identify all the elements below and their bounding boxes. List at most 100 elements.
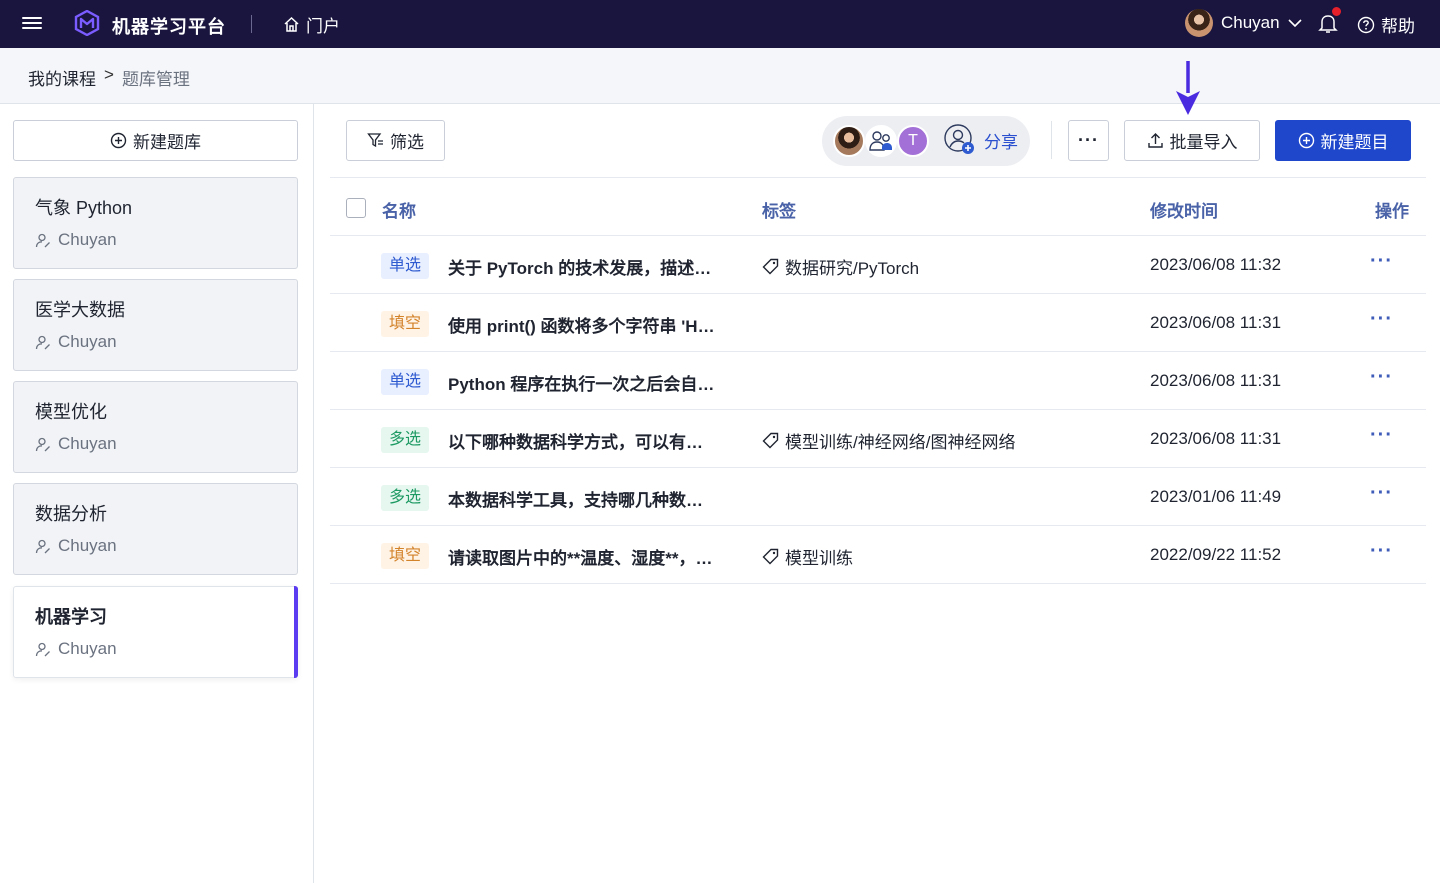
question-title[interactable]: 使用 print() 函数将多个字符串 'H… [448, 312, 730, 337]
more-actions-button[interactable]: ··· [1068, 120, 1109, 161]
help-circle-icon [1357, 16, 1375, 33]
bank-owner: Chuyan [35, 536, 117, 556]
column-header-actions: 操作 [1375, 202, 1409, 221]
bank-owner-name: Chuyan [58, 332, 117, 351]
breadcrumb-parent[interactable]: 我的课程 [28, 65, 96, 90]
filter-label: 筛选 [390, 133, 424, 152]
breadcrumb: 我的课程 > 题库管理 [28, 65, 190, 90]
user-edit-icon [35, 335, 50, 349]
select-all-checkbox[interactable] [346, 198, 366, 218]
row-more-actions-button[interactable]: ··· [1370, 482, 1398, 506]
bank-name: 医学大数据 [35, 300, 125, 320]
top-nav-bar: 机器学习平台 门户 Chuyan 帮助 [0, 0, 1440, 48]
upload-icon [1147, 133, 1163, 148]
app-title: 机器学习平台 [112, 17, 226, 37]
bank-name: 模型优化 [35, 402, 107, 422]
row-more-actions-button[interactable]: ··· [1370, 308, 1398, 332]
hamburger-menu-icon[interactable] [22, 14, 42, 34]
row-more-actions-button[interactable]: ··· [1370, 424, 1398, 448]
question-type-badge: 多选 [381, 485, 430, 511]
tag-text: 模型训练/神经网络/图神经网络 [785, 433, 1016, 452]
question-title[interactable]: Python 程序在执行一次之后会自… [448, 370, 730, 395]
user-edit-icon [35, 539, 50, 553]
filter-button[interactable]: 筛选 [346, 120, 445, 161]
bank-owner-name: Chuyan [58, 434, 117, 453]
member-avatar-initial[interactable]: T [897, 125, 929, 157]
table-row[interactable]: 多选 本数据科学工具，支持哪几种数… 2023/01/06 11:49 ··· [330, 468, 1426, 526]
question-type-badge: 单选 [381, 369, 430, 395]
bank-owner: Chuyan [35, 230, 117, 250]
home-icon [284, 16, 299, 32]
modified-time: 2023/06/08 11:31 [1150, 429, 1282, 448]
bank-owner: Chuyan [35, 434, 117, 454]
table-row[interactable]: 多选 以下哪种数据科学方式，可以有… 模型训练/神经网络/图神经网络 2023/… [330, 410, 1426, 468]
question-title[interactable]: 本数据科学工具，支持哪几种数… [448, 486, 730, 511]
bank-owner: Chuyan [35, 332, 117, 352]
bank-card[interactable]: 医学大数据 Chuyan [13, 279, 298, 371]
question-table: 名称 标签 修改时间 操作 单选 关于 PyTorch 的技术发展，描述… 数据… [330, 177, 1426, 584]
member-avatar-photo[interactable] [833, 125, 865, 157]
column-header-modified[interactable]: 修改时间 [1150, 197, 1218, 222]
table-row[interactable]: 单选 Python 程序在执行一次之后会自… 2023/06/08 11:31 … [330, 352, 1426, 410]
bank-card[interactable]: 模型优化 Chuyan [13, 381, 298, 473]
share-label: 分享 [984, 132, 1018, 152]
modified-time: 2023/06/08 11:31 [1150, 371, 1282, 390]
row-more-actions-button[interactable]: ··· [1370, 250, 1398, 274]
question-title[interactable]: 以下哪种数据科学方式，可以有… [448, 428, 730, 453]
tag-icon [762, 432, 779, 449]
bank-name: 气象 Python [35, 198, 133, 218]
modified-time: 2022/09/22 11:52 [1150, 545, 1282, 564]
question-type-badge: 填空 [381, 543, 430, 569]
breadcrumb-separator: > [104, 65, 114, 84]
question-type-badge: 多选 [381, 427, 430, 453]
question-tag: 模型训练 [762, 544, 853, 569]
bank-owner-name: Chuyan [58, 230, 117, 249]
member-group-icon[interactable] [865, 125, 897, 157]
portal-label: 门户 [306, 17, 340, 36]
tag-text: 数据研究/PyTorch [785, 259, 920, 278]
tag-icon [762, 258, 779, 275]
new-question-bank-button[interactable]: 新建题库 [13, 120, 298, 161]
bank-name: 机器学习 [35, 607, 107, 627]
question-title[interactable]: 关于 PyTorch 的技术发展，描述… [448, 254, 730, 279]
members-share-group: T 分享 [822, 116, 1030, 166]
annotation-arrow-icon [1176, 61, 1200, 115]
table-row[interactable]: 单选 关于 PyTorch 的技术发展，描述… 数据研究/PyTorch 202… [330, 236, 1426, 294]
nav-divider [251, 15, 252, 33]
share-button[interactable]: 分享 [944, 124, 1018, 156]
question-title[interactable]: 请读取图片中的**温度、湿度**，… [448, 544, 730, 569]
table-row[interactable]: 填空 使用 print() 函数将多个字符串 'H… 2023/06/08 11… [330, 294, 1426, 352]
column-header-name[interactable]: 名称 [382, 197, 416, 222]
tag-text: 模型训练 [785, 549, 853, 568]
table-header: 名称 标签 修改时间 操作 [330, 177, 1426, 236]
user-name: Chuyan [1221, 13, 1280, 32]
modified-time: 2023/01/06 11:49 [1150, 487, 1282, 506]
row-more-actions-button[interactable]: ··· [1370, 366, 1398, 390]
table-row[interactable]: 填空 请读取图片中的**温度、湿度**，… 模型训练 2022/09/22 11… [330, 526, 1426, 584]
modified-time: 2023/06/08 11:32 [1150, 255, 1282, 274]
tag-icon [762, 548, 779, 565]
bank-owner-name: Chuyan [58, 536, 117, 555]
breadcrumb-bar: 我的课程 > 题库管理 [0, 48, 1440, 104]
notification-bell-icon[interactable] [1318, 7, 1341, 34]
question-type-badge: 填空 [381, 311, 430, 337]
chevron-down-icon [1288, 19, 1302, 28]
breadcrumb-current: 题库管理 [121, 70, 190, 89]
help-label: 帮助 [1381, 17, 1415, 36]
more-dots-icon: ··· [1078, 130, 1099, 150]
user-edit-icon [35, 233, 50, 247]
batch-import-button[interactable]: 批量导入 [1124, 120, 1260, 161]
row-more-actions-button[interactable]: ··· [1370, 540, 1398, 564]
portal-link[interactable]: 门户 [283, 12, 340, 37]
help-link[interactable]: 帮助 [1357, 12, 1415, 37]
question-bank-sidebar: 新建题库 气象 Python Chuyan 医学大数据 Chuyan 模型优化 … [0, 104, 314, 883]
modified-time: 2023/06/08 11:31 [1150, 313, 1282, 332]
plus-circle-icon [110, 132, 127, 149]
question-tag: 模型训练/神经网络/图神经网络 [762, 428, 1015, 453]
platform-logo-icon [74, 10, 100, 36]
user-menu[interactable]: Chuyan [1185, 9, 1302, 37]
new-question-button[interactable]: 新建题目 [1275, 120, 1411, 161]
bank-card[interactable]: 气象 Python Chuyan [13, 177, 298, 269]
bank-card-active[interactable]: 机器学习 Chuyan [13, 586, 298, 678]
bank-card[interactable]: 数据分析 Chuyan [13, 483, 298, 575]
